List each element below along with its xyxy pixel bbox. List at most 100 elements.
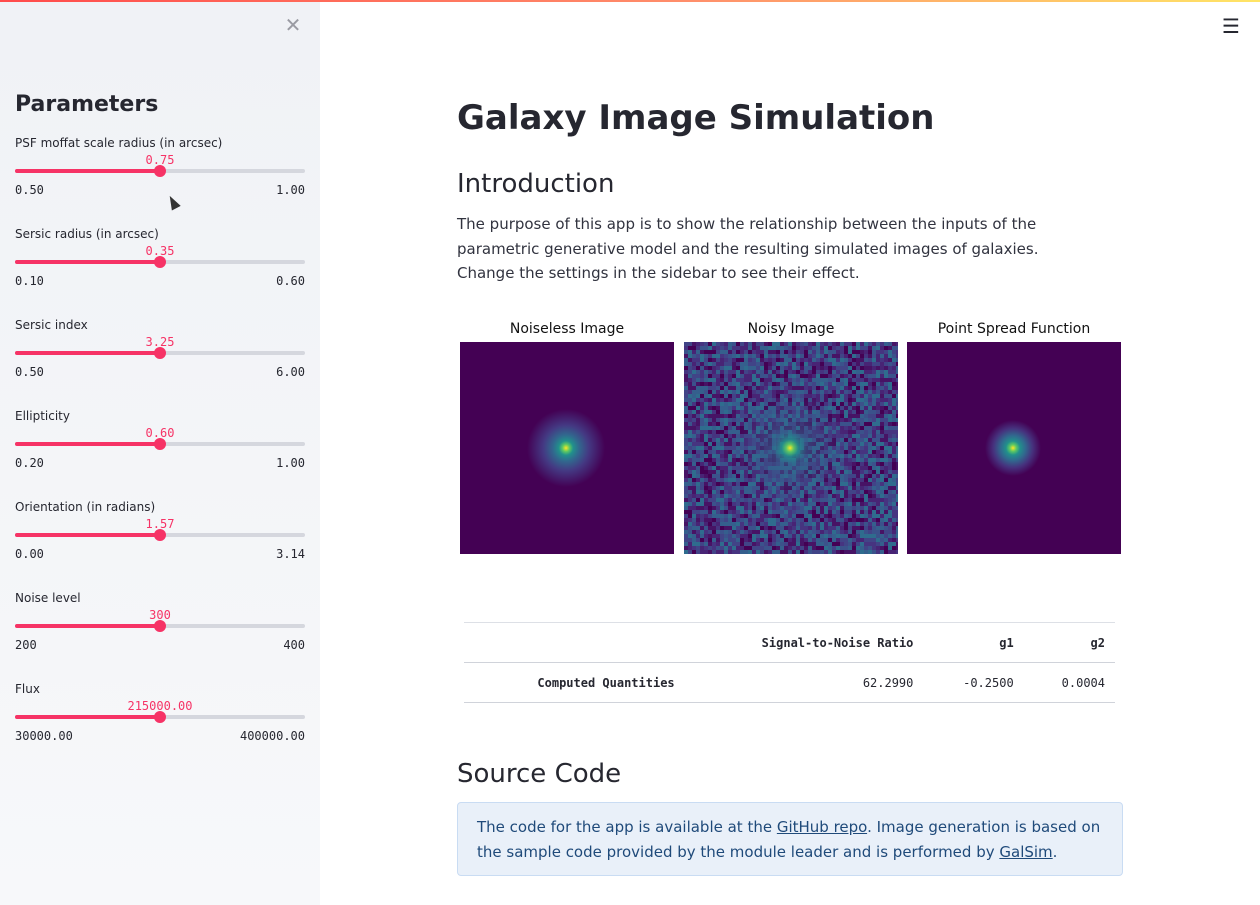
slider-sersic-radius[interactable]: Sersic radius (in arcsec) 0.35 0.10 0.60 (15, 227, 305, 307)
noise-pixel (800, 518, 804, 522)
noise-pixel (704, 474, 708, 478)
noise-pixel (736, 374, 740, 378)
noise-pixel (848, 402, 852, 406)
noise-pixel (736, 386, 740, 390)
noise-pixel (708, 374, 712, 378)
slider-psf-radius[interactable]: PSF moffat scale radius (in arcsec) 0.75… (15, 136, 305, 216)
noise-pixel (732, 406, 736, 410)
slider-thumb[interactable] (154, 347, 166, 359)
noise-pixel (724, 542, 728, 546)
noise-pixel (868, 398, 872, 402)
noise-pixel (684, 402, 688, 406)
hamburger-menu-icon[interactable]: ☰ (1221, 16, 1241, 36)
noise-pixel (752, 390, 756, 394)
galsim-link[interactable]: GalSim (999, 843, 1052, 861)
noise-pixel (768, 514, 772, 518)
noise-pixel (688, 346, 692, 350)
noise-pixel (740, 482, 744, 486)
noise-pixel (852, 486, 856, 490)
noise-pixel (720, 422, 724, 426)
slider-track[interactable] (15, 529, 305, 541)
noise-pixel (852, 470, 856, 474)
noise-pixel (884, 514, 888, 518)
info-text: The code for the app is available at the (477, 818, 777, 836)
slider-thumb[interactable] (154, 256, 166, 268)
noise-pixel (720, 378, 724, 382)
noise-pixel (848, 482, 852, 486)
noise-pixel (716, 542, 720, 546)
slider-track[interactable] (15, 347, 305, 359)
noise-pixel (860, 486, 864, 490)
slider-sersic-index[interactable]: Sersic index 3.25 0.50 6.00 (15, 318, 305, 398)
noise-pixel (848, 454, 852, 458)
noise-pixel (840, 398, 844, 402)
noise-pixel (872, 490, 876, 494)
noise-pixel (824, 382, 828, 386)
noise-pixel (876, 526, 880, 530)
close-icon[interactable]: ✕ (282, 14, 304, 36)
noise-pixel (836, 374, 840, 378)
noise-pixel (876, 498, 880, 502)
noise-pixel (856, 526, 860, 530)
noise-pixel (704, 366, 708, 370)
noise-pixel (844, 358, 848, 362)
table-cell: 0.0004 (1061, 675, 1105, 690)
noise-pixel (808, 378, 812, 382)
noise-pixel (864, 406, 868, 410)
noise-pixel (848, 526, 852, 530)
noise-pixel (740, 386, 744, 390)
noise-pixel (892, 458, 896, 462)
noise-pixel (788, 354, 792, 358)
slider-ellipticity[interactable]: Ellipticity 0.60 0.20 1.00 (15, 409, 305, 489)
slider-track[interactable] (15, 438, 305, 450)
noise-pixel (760, 362, 764, 366)
noise-pixel (744, 498, 748, 502)
slider-thumb[interactable] (154, 438, 166, 450)
github-repo-link[interactable]: GitHub repo (777, 818, 867, 836)
slider-thumb[interactable] (154, 711, 166, 723)
noise-pixel (876, 450, 880, 454)
noise-pixel (880, 470, 884, 474)
slider-flux[interactable]: Flux 215000.00 30000.00 400000.00 (15, 682, 305, 762)
slider-thumb[interactable] (154, 165, 166, 177)
noise-pixel (876, 386, 880, 390)
noise-pixel (700, 458, 704, 462)
noise-pixel (856, 478, 860, 482)
noise-pixel (740, 390, 744, 394)
slider-track[interactable] (15, 256, 305, 268)
noise-pixel (852, 526, 856, 530)
noise-pixel (860, 462, 864, 466)
slider-track[interactable] (15, 711, 305, 723)
noise-pixel (888, 438, 892, 442)
noise-pixel (728, 538, 732, 542)
noise-pixel (700, 442, 704, 446)
noise-pixel (688, 362, 692, 366)
noise-pixel (692, 358, 696, 362)
slider-noise-level[interactable]: Noise level 300 200 400 (15, 591, 305, 671)
noise-pixel (720, 546, 724, 550)
noise-pixel (704, 362, 708, 366)
noise-pixel (812, 542, 816, 546)
noise-pixel (884, 422, 888, 426)
noise-pixel (820, 350, 824, 354)
noise-pixel (696, 346, 700, 350)
noise-pixel (812, 370, 816, 374)
slider-track[interactable] (15, 165, 305, 177)
slider-thumb[interactable] (154, 620, 166, 632)
slider-thumb[interactable] (154, 529, 166, 541)
slider-orientation[interactable]: Orientation (in radians) 1.57 0.00 3.14 (15, 500, 305, 580)
slider-track[interactable] (15, 620, 305, 632)
noise-pixel (892, 402, 896, 406)
noise-pixel (832, 542, 836, 546)
noise-pixel (820, 370, 824, 374)
sidebar: ✕ Parameters PSF moffat scale radius (in… (0, 0, 320, 905)
noise-pixel (856, 522, 860, 526)
noise-pixel (844, 374, 848, 378)
noise-pixel (844, 370, 848, 374)
noise-pixel (688, 506, 692, 510)
noise-pixel (724, 346, 728, 350)
noise-pixel (844, 390, 848, 394)
slider-fill (15, 260, 160, 264)
noise-pixel (880, 394, 884, 398)
noise-pixel (888, 414, 892, 418)
